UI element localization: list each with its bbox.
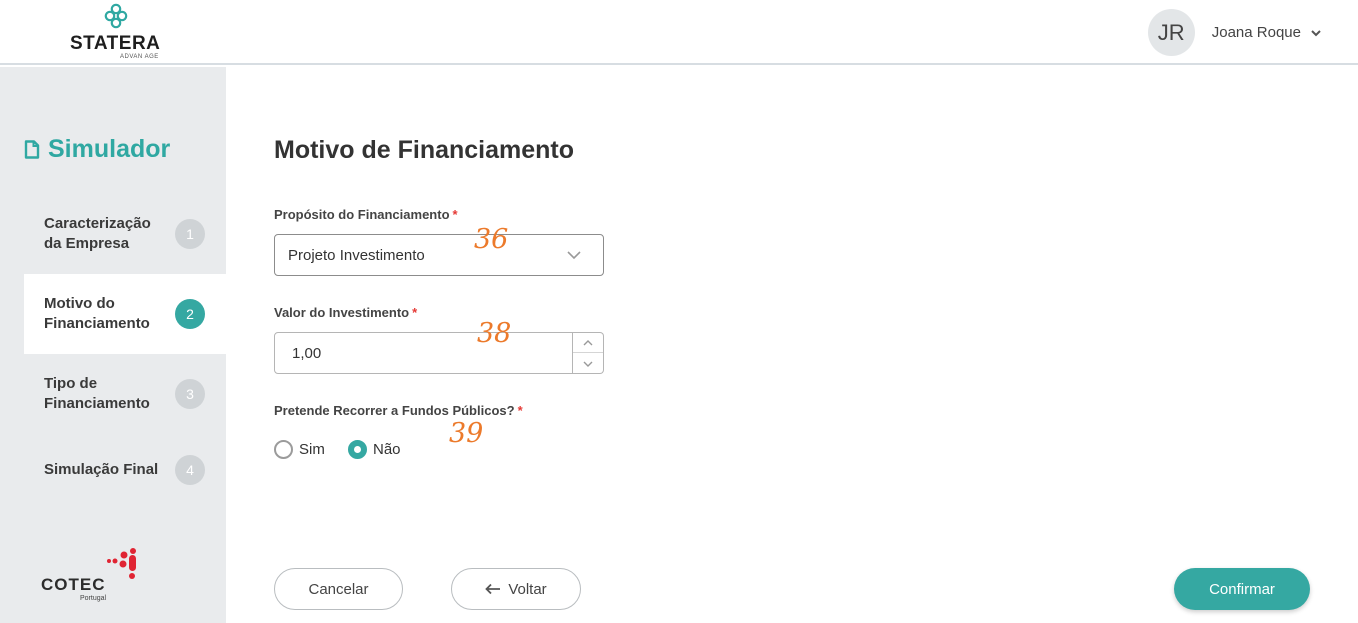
document-icon — [24, 140, 40, 159]
radio-label-sim: Sim — [299, 441, 325, 458]
avatar: JR — [1147, 9, 1195, 56]
sidebar-step-simulacao-final[interactable]: Simulação Final 4 — [24, 430, 226, 510]
top-header: STATERA ADVAN AGE JR Joana Roque — [0, 0, 1358, 65]
sidebar-title: Simulador — [24, 135, 170, 164]
required-mark: * — [452, 207, 458, 222]
purpose-select-value: Projeto Investimento — [288, 246, 425, 264]
annotation-39: 39 — [449, 418, 484, 449]
purpose-select[interactable]: Projeto Investimento — [274, 234, 604, 276]
purpose-label-text: Propósito do Financiamento — [274, 207, 450, 222]
purpose-label: Propósito do Financiamento * — [274, 207, 458, 222]
radio-nao[interactable]: Não — [348, 440, 401, 459]
step-number-badge: 4 — [175, 455, 205, 485]
investment-label-text: Valor do Investimento — [274, 305, 410, 320]
cotec-subtext: Portugal — [80, 595, 107, 602]
cancel-button-label: Cancelar — [308, 580, 369, 598]
radio-label-nao: Não — [373, 441, 401, 458]
investment-label: Valor do Investimento * — [274, 305, 417, 320]
cotec-text: COTEC — [41, 575, 106, 594]
required-mark: * — [412, 305, 418, 320]
chevron-down-icon — [583, 361, 593, 367]
statera-logo[interactable]: STATERA ADVAN AGE — [70, 3, 170, 61]
radio-circle-nao[interactable] — [348, 440, 367, 459]
decrement-button[interactable] — [573, 354, 603, 374]
step-number-badge: 3 — [175, 379, 205, 409]
step-number-badge: 1 — [175, 219, 205, 249]
annotation-36: 36 — [474, 224, 509, 255]
confirm-button-label: Confirmar — [1209, 580, 1275, 598]
arrow-left-icon — [485, 583, 501, 595]
public-funds-label: Pretende Recorrer a Fundos Públicos? * — [274, 403, 523, 418]
back-button[interactable]: Voltar — [451, 568, 581, 610]
investment-stepper — [573, 332, 604, 374]
step-number-badge: 2 — [175, 299, 205, 329]
page-title: Motivo de Financiamento — [274, 136, 575, 164]
step-label: Tipo de Financiamento — [44, 375, 150, 412]
required-mark: * — [517, 403, 523, 418]
chevron-down-icon — [567, 251, 581, 260]
investment-input-value: 1,00 — [292, 344, 322, 362]
confirm-button[interactable]: Confirmar — [1174, 568, 1310, 610]
cancel-button[interactable]: Cancelar — [274, 568, 403, 610]
cotec-logo: COTEC Portugal — [40, 547, 140, 607]
public-funds-label-text: Pretende Recorrer a Fundos Públicos? — [274, 403, 515, 418]
radio-circle-sim[interactable] — [274, 440, 293, 459]
increment-button[interactable] — [573, 333, 603, 353]
chevron-down-icon — [1311, 29, 1321, 36]
logo-subtext: ADVAN AGE — [120, 54, 159, 60]
sidebar: Simulador Caracterização da Empresa 1 Mo… — [0, 67, 226, 623]
sidebar-title-label: Simulador — [48, 135, 171, 163]
step-label: Motivo do Financiamento — [44, 295, 150, 332]
user-menu[interactable]: JR Joana Roque — [1147, 9, 1322, 56]
sidebar-step-motivo[interactable]: Motivo do Financiamento 2 — [24, 274, 226, 354]
user-name: Joana Roque — [1211, 24, 1301, 41]
sidebar-step-tipo[interactable]: Tipo de Financiamento 3 — [24, 354, 226, 434]
radio-sim[interactable]: Sim — [274, 440, 325, 459]
step-label: Simulação Final — [44, 461, 159, 478]
annotation-38: 38 — [477, 318, 512, 349]
cotec-dots-icon — [107, 548, 136, 579]
logo-text: STATERA — [70, 33, 161, 54]
logo-flower-icon — [104, 3, 128, 29]
back-button-label: Voltar — [508, 580, 547, 598]
step-label: Caracterização da Empresa — [44, 215, 151, 252]
investment-input[interactable]: 1,00 — [274, 332, 573, 374]
sidebar-step-caracterizacao[interactable]: Caracterização da Empresa 1 — [24, 194, 226, 274]
chevron-up-icon — [583, 340, 593, 346]
